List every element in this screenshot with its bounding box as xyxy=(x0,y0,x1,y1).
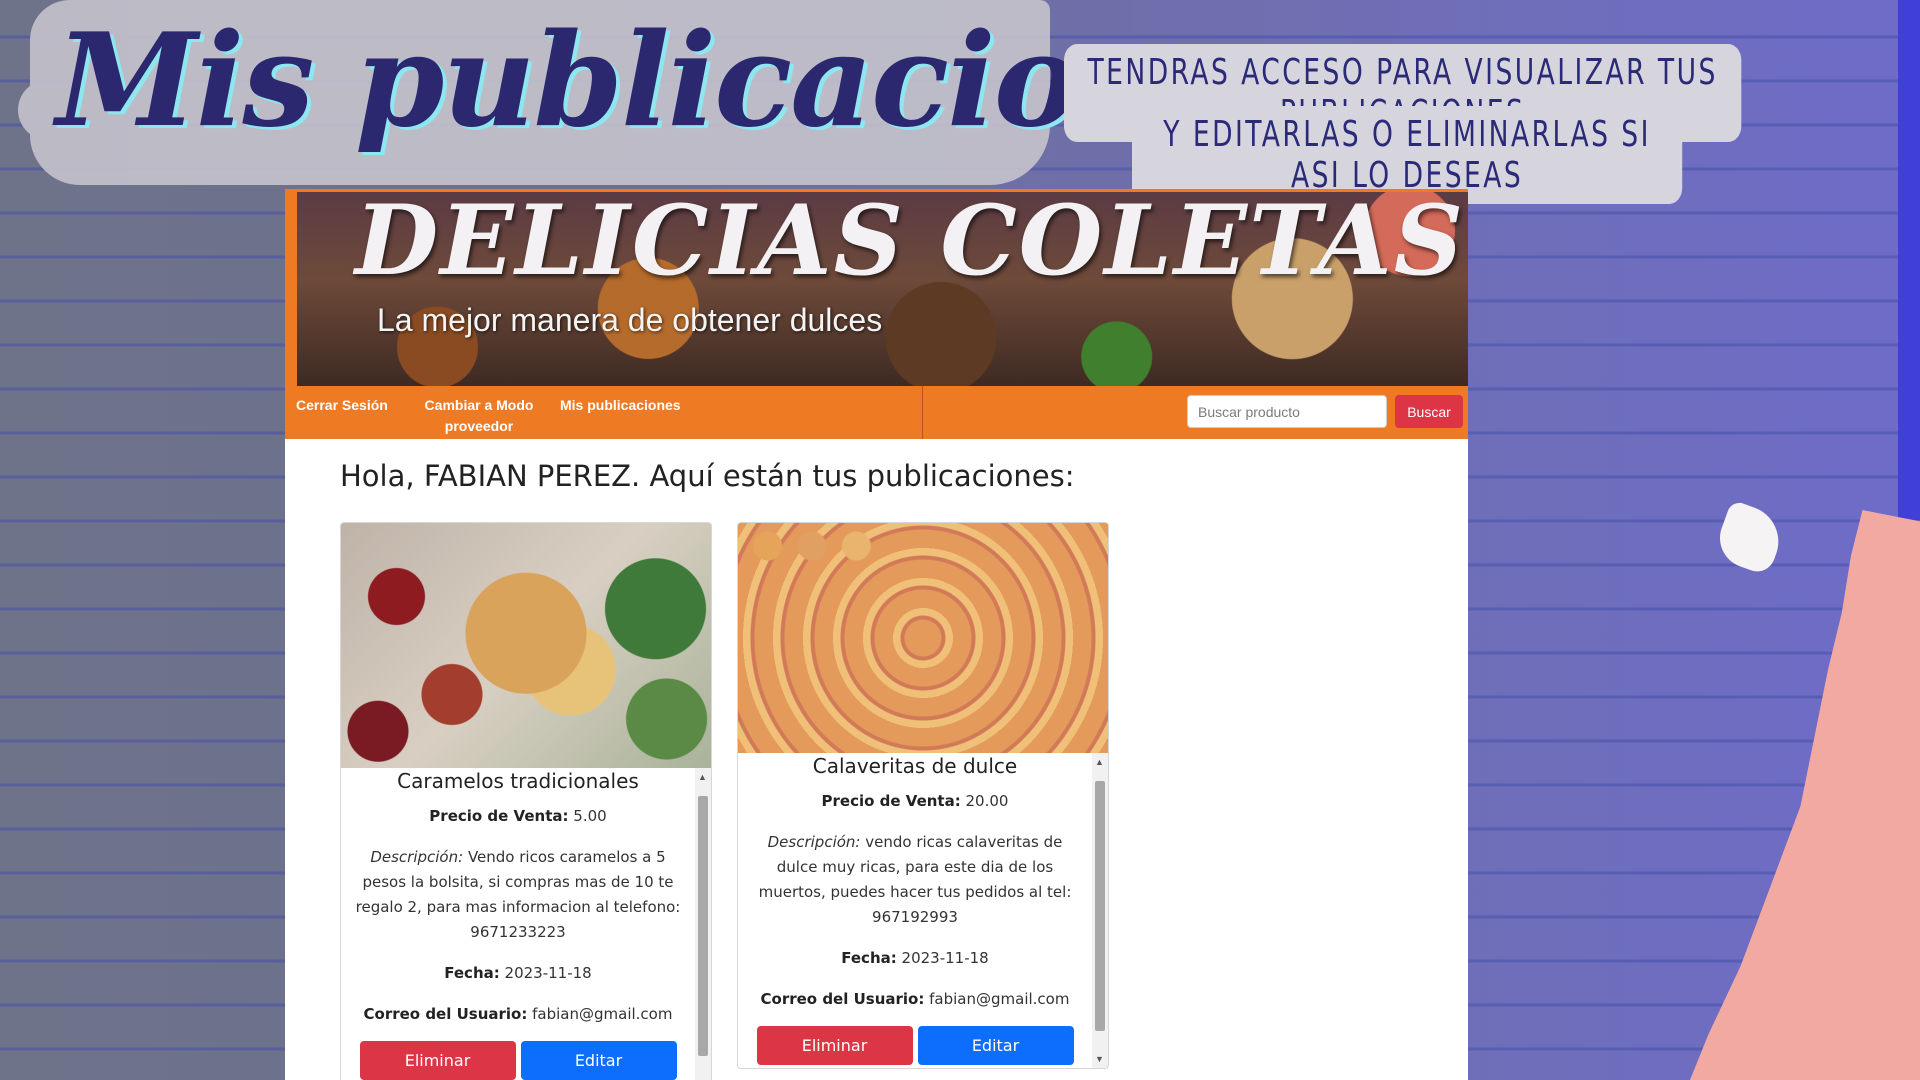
description-label: Descripción: xyxy=(767,833,861,851)
date-label: Fecha: xyxy=(444,964,500,982)
nav-divider xyxy=(922,386,923,439)
search-input[interactable] xyxy=(1187,395,1387,428)
greeting-heading: Hola, FABIAN PEREZ. Aquí están tus publi… xyxy=(340,459,1075,493)
scroll-thumb[interactable] xyxy=(698,796,708,1056)
post-card-body: Calaveritas de dulce Precio de Venta: 20… xyxy=(738,753,1092,1068)
price-value: 5.00 xyxy=(573,807,607,825)
site-tagline: La mejor manera de obtener dulces xyxy=(377,302,883,338)
nav-switch-mode-line-1: Cambiar a Modo xyxy=(424,397,534,413)
price-label: Precio de Venta: xyxy=(821,792,961,810)
email-value: fabian@gmail.com xyxy=(532,1005,673,1023)
post-price: Precio de Venta: 20.00 xyxy=(738,789,1092,814)
price-label: Precio de Venta: xyxy=(429,807,569,825)
date-value: 2023-11-18 xyxy=(901,949,989,967)
post-card: Caramelos tradicionales Precio de Venta:… xyxy=(340,522,712,1080)
nav-my-posts-link[interactable]: Mis publicaciones xyxy=(560,395,681,416)
post-description: Descripción: Vendo ricos caramelos a 5 p… xyxy=(341,845,695,945)
post-price: Precio de Venta: 5.00 xyxy=(341,804,695,829)
price-value: 20.00 xyxy=(965,792,1009,810)
post-title: Calaveritas de dulce xyxy=(812,754,1018,778)
post-email: Correo del Usuario: fabian@gmail.com xyxy=(738,987,1092,1012)
post-card-body: Caramelos tradicionales Precio de Venta:… xyxy=(341,768,695,1080)
scroll-up-arrow-icon[interactable]: ▲ xyxy=(698,772,707,782)
email-value: fabian@gmail.com xyxy=(929,990,1070,1008)
site-title: DELICIAS COLETAS xyxy=(355,189,1466,297)
post-actions: Eliminar Editar xyxy=(738,1026,1092,1065)
card-scrollbar[interactable]: ▲ ▼ xyxy=(1092,753,1108,1068)
edit-button[interactable]: Editar xyxy=(520,1041,677,1080)
web-page-screenshot: DELICIAS COLETAS La mejor manera de obte… xyxy=(285,189,1468,1080)
banner-image: DELICIAS COLETAS La mejor manera de obte… xyxy=(297,189,1468,386)
date-label: Fecha: xyxy=(841,949,897,967)
post-image-caramelos xyxy=(341,523,711,768)
scroll-up-arrow-icon[interactable]: ▲ xyxy=(1095,757,1104,767)
edit-button[interactable]: Editar xyxy=(917,1026,1074,1065)
post-title: Caramelos tradicionales xyxy=(397,769,639,793)
scroll-thumb[interactable] xyxy=(1095,781,1105,1031)
post-description: Descripción: vendo ricas calaveritas de … xyxy=(738,830,1092,930)
right-edge-stripe xyxy=(1898,0,1920,520)
nav-switch-mode-link[interactable]: Cambiar a Modo proveedor xyxy=(419,395,539,437)
email-label: Correo del Usuario: xyxy=(363,1005,528,1023)
description-label: Descripción: xyxy=(370,848,464,866)
post-date: Fecha: 2023-11-18 xyxy=(341,961,695,986)
nav-switch-mode-line-2: proveedor xyxy=(444,418,514,434)
card-scrollbar[interactable]: ▲ ▼ xyxy=(695,768,711,1080)
post-image-calaveritas xyxy=(738,523,1108,753)
nav-logout-link[interactable]: Cerrar Sesión xyxy=(296,395,388,416)
search-button[interactable]: Buscar xyxy=(1395,395,1463,428)
post-card: Calaveritas de dulce Precio de Venta: 20… xyxy=(737,522,1109,1069)
delete-button[interactable]: Eliminar xyxy=(756,1026,913,1065)
post-actions: Eliminar Editar xyxy=(341,1041,695,1080)
date-value: 2023-11-18 xyxy=(504,964,592,982)
site-banner: DELICIAS COLETAS La mejor manera de obte… xyxy=(285,189,1468,386)
delete-button[interactable]: Eliminar xyxy=(359,1041,516,1080)
post-date: Fecha: 2023-11-18 xyxy=(738,946,1092,971)
navbar: Cerrar Sesión Cambiar a Modo proveedor M… xyxy=(285,386,1468,439)
scroll-down-arrow-icon[interactable]: ▼ xyxy=(1095,1054,1104,1064)
email-label: Correo del Usuario: xyxy=(760,990,925,1008)
post-email: Correo del Usuario: fabian@gmail.com xyxy=(341,1002,695,1027)
